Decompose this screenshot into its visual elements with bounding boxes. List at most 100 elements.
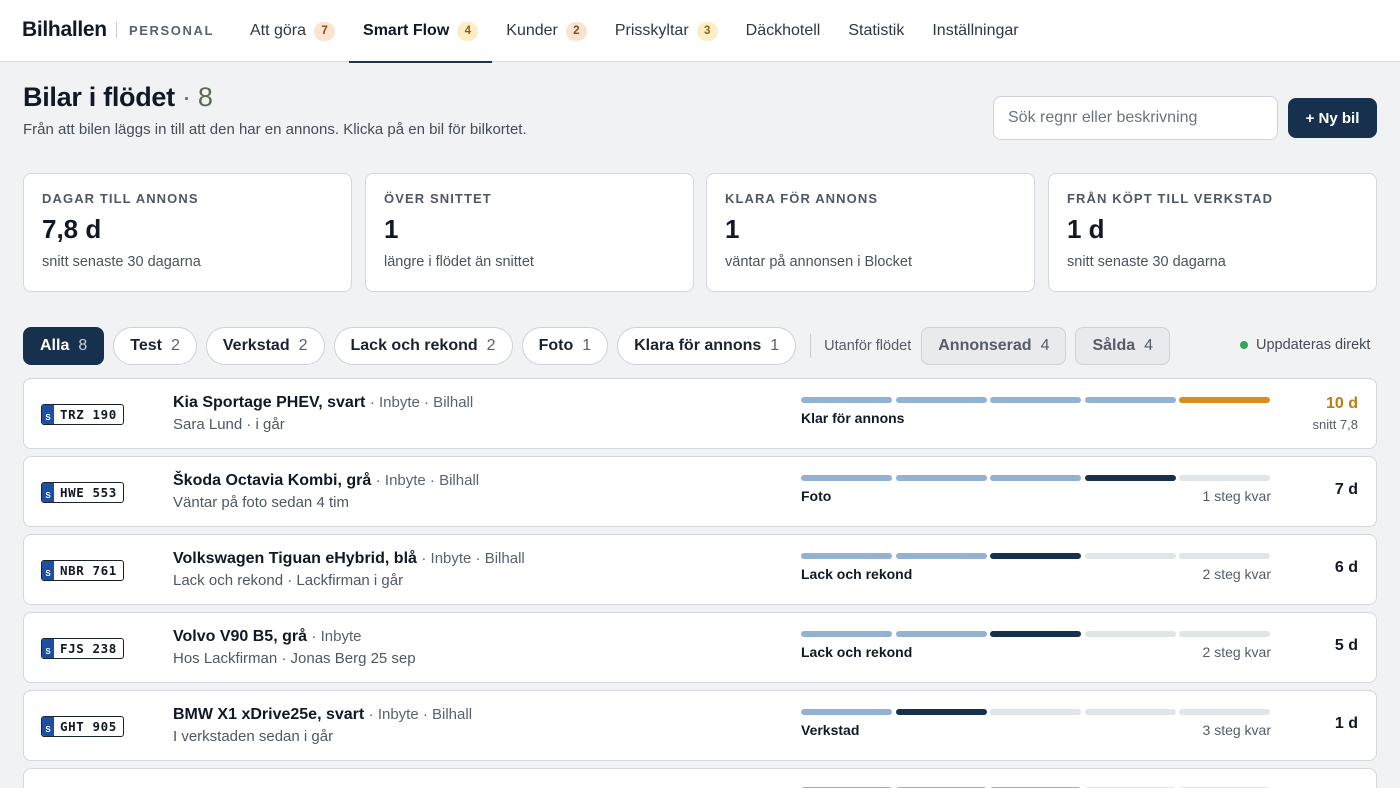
car-row-partial[interactable] xyxy=(23,768,1377,788)
car-title: Volvo V90 B5, grå · Inbyte xyxy=(173,628,361,646)
tab-count-badge: 3 xyxy=(696,21,718,41)
license-plate: S TRZ 190 xyxy=(41,404,124,425)
live-status: Uppdateras direkt xyxy=(1240,337,1370,353)
brand-subtitle: PERSONAL xyxy=(129,23,215,38)
tab-att-gora[interactable]: Att göra 7 xyxy=(236,0,349,62)
progress-step-segment xyxy=(895,631,987,637)
plate-country-icon: S xyxy=(42,717,54,736)
days-in-flow: 5 d xyxy=(1334,637,1358,654)
stat-value: 7,8 d xyxy=(42,214,102,244)
page-subtitle: Från att bilen läggs in till att den har… xyxy=(23,121,527,138)
filter-count: 1 xyxy=(770,337,780,354)
stat-description: snitt senaste 30 dagarna xyxy=(1067,254,1226,270)
car-model: Kia Sportage PHEV, svart xyxy=(173,394,366,411)
filter-chip-salda[interactable]: Sålda 4 xyxy=(1075,327,1171,365)
car-status-text: Lack och rekond · Lackfirman i går xyxy=(173,572,404,589)
filter-count: 1 xyxy=(582,337,592,354)
filter-chip-verkstad[interactable]: Verkstad 2 xyxy=(205,327,325,365)
car-model: Volvo V90 B5, grå xyxy=(173,628,307,645)
progress-step-segment xyxy=(1179,475,1270,481)
filter-count: 2 xyxy=(486,337,496,354)
filter-label: Sålda xyxy=(1092,337,1136,354)
progress-step-segment xyxy=(1084,475,1176,481)
filter-chip-klara-for-annons[interactable]: Klara för annons 1 xyxy=(617,327,797,365)
progress-steps xyxy=(801,709,1274,715)
filter-chip-lack-och-rekond[interactable]: Lack och rekond 2 xyxy=(333,327,513,365)
filter-count: 2 xyxy=(298,337,308,354)
progress-steps xyxy=(801,475,1274,481)
tab-label: Prisskyltar xyxy=(614,22,689,39)
tab-installningar[interactable]: Inställningar xyxy=(918,0,1032,62)
car-title: Kia Sportage PHEV, svart · Inbyte · Bilh… xyxy=(173,394,473,412)
car-row[interactable]: S HWE 553 Škoda Octavia Kombi, grå · Inb… xyxy=(23,456,1377,527)
progress-step-segment xyxy=(990,709,1081,715)
progress-step-segment xyxy=(801,553,892,559)
stat-value: 1 xyxy=(725,214,740,244)
filter-chip-test[interactable]: Test 2 xyxy=(113,327,197,365)
search-input[interactable] xyxy=(993,96,1278,140)
tab-label: Statistik xyxy=(848,22,905,39)
tab-statistik[interactable]: Statistik xyxy=(834,0,918,62)
progress-step-segment xyxy=(990,475,1081,481)
progress-step-segment xyxy=(1084,553,1176,559)
filter-label: Annonserad xyxy=(938,337,1032,354)
car-meta: · Inbyte · Bilhall xyxy=(421,550,525,567)
car-row[interactable]: S TRZ 190 Kia Sportage PHEV, svart · Inb… xyxy=(23,378,1377,449)
progress-step-segment xyxy=(801,475,892,481)
tab-smart-flow[interactable]: Smart Flow 4 xyxy=(349,0,493,63)
car-status-text: Hos Lackfirman · Jonas Berg 25 sep xyxy=(173,650,416,667)
filter-count: 4 xyxy=(1040,337,1050,354)
filter-label: Verkstad xyxy=(222,337,290,354)
progress-step-segment xyxy=(895,475,987,481)
steps-remaining: 2 steg kvar xyxy=(1202,566,1271,582)
stat-description: väntar på annonsen i Blocket xyxy=(725,254,913,270)
days-in-flow: 10 d xyxy=(1325,395,1358,412)
progress-step-segment xyxy=(990,553,1081,559)
brand-logo[interactable]: Bilhallen xyxy=(22,18,107,42)
car-title: BMW X1 xDrive25e, svart · Inbyte · Bilha… xyxy=(173,706,472,724)
car-meta: · Inbyte xyxy=(311,628,362,645)
progress-step-segment xyxy=(801,397,892,403)
car-row[interactable]: S GHT 905 BMW X1 xDrive25e, svart · Inby… xyxy=(23,690,1377,761)
tab-label: Att göra xyxy=(250,22,307,39)
progress-step-segment xyxy=(801,631,892,637)
stat-label: KLARA FÖR ANNONS xyxy=(725,191,879,206)
car-row[interactable]: S NBR 761 Volkswagen Tiguan eHybrid, blå… xyxy=(23,534,1377,605)
progress-step-segment xyxy=(1084,397,1176,403)
current-stage: Verkstad xyxy=(801,722,860,738)
tab-prisskyltar[interactable]: Prisskyltar 3 xyxy=(601,0,732,62)
car-model: Škoda Octavia Kombi, grå xyxy=(173,472,372,489)
filter-chip-alla[interactable]: Alla 8 xyxy=(23,327,105,365)
progress-steps xyxy=(801,631,1274,637)
average-days: snitt 7,8 xyxy=(1312,417,1358,432)
tab-count-badge: 2 xyxy=(565,21,587,41)
plate-country-icon: S xyxy=(42,639,54,658)
car-model: Volkswagen Tiguan eHybrid, blå xyxy=(173,550,417,567)
plate-country-icon: S xyxy=(42,561,54,580)
plate-country-icon: S xyxy=(42,483,54,502)
tab-label: Inställningar xyxy=(932,22,1019,39)
plate-country-icon: S xyxy=(42,405,54,424)
license-plate: S NBR 761 xyxy=(41,560,124,581)
progress-step-segment xyxy=(895,709,987,715)
plate-number: GHT 905 xyxy=(60,719,117,734)
car-row[interactable]: S FJS 238 Volvo V90 B5, grå · Inbyte Hos… xyxy=(23,612,1377,683)
filter-bar: Alla 8 Test 2 Verkstad 2 Lack och rekond… xyxy=(23,327,1179,365)
tab-dackhotell[interactable]: Däckhotell xyxy=(732,0,835,62)
progress-step-segment xyxy=(1179,709,1270,715)
tab-kunder[interactable]: Kunder 2 xyxy=(492,0,601,62)
filter-chip-annonserad[interactable]: Annonserad 4 xyxy=(921,327,1067,365)
steps-remaining: 3 steg kvar xyxy=(1202,722,1271,738)
stat-card-over-average: ÖVER SNITTET 1 längre i flödet än snitte… xyxy=(365,173,694,292)
car-meta: · Inbyte · Bilhall xyxy=(375,472,480,489)
new-car-button[interactable]: + Ny bil xyxy=(1288,98,1377,138)
current-stage: Foto xyxy=(801,488,832,504)
filter-chip-foto[interactable]: Foto 1 xyxy=(521,327,609,365)
days-in-flow: 1 d xyxy=(1334,715,1358,732)
progress-step-segment xyxy=(1179,553,1270,559)
license-plate: S HWE 553 xyxy=(41,482,124,503)
stat-label: FRÅN KÖPT TILL VERKSTAD xyxy=(1067,191,1274,206)
progress-step-segment xyxy=(895,553,987,559)
progress-step-segment xyxy=(801,709,892,715)
stat-value: 1 d xyxy=(1067,214,1105,244)
